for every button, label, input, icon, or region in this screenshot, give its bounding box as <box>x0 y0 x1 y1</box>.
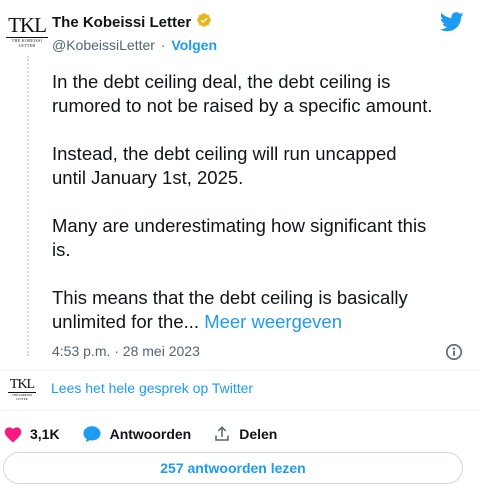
tweet-paragraph: In the debt ceiling deal, the debt ceili… <box>52 70 476 118</box>
read-replies-button[interactable]: 257 antwoorden lezen <box>3 452 463 484</box>
tweet-timestamp[interactable]: 4:53 p.m. · 28 mei 2023 <box>52 343 200 359</box>
separator-dot: · <box>160 37 166 53</box>
show-more-link[interactable]: Meer weergeven <box>204 311 342 332</box>
share-icon <box>213 425 231 443</box>
tweet-paragraph: Many are underestimating how significant… <box>52 214 476 262</box>
verified-badge-icon <box>196 12 212 33</box>
read-full-conversation-link[interactable]: Lees het hele gesprek op Twitter <box>51 380 253 396</box>
tweet-line: unlimited for the... <box>52 311 200 332</box>
action-bar: 3,1K Antwoorden Delen <box>4 424 299 444</box>
share-button[interactable]: Delen <box>213 425 277 443</box>
heart-icon <box>4 426 22 443</box>
thread-line <box>27 56 29 356</box>
divider <box>0 410 480 411</box>
divider <box>0 370 480 371</box>
follow-button[interactable]: Volgen <box>171 37 217 53</box>
kobeissi-logo-small: TKL THE KOBEISSI LETTER <box>8 378 36 401</box>
author-avatar[interactable]: TKL THE KOBEISSI LETTER <box>6 14 48 48</box>
tweet-line: Many are underestimating how significant… <box>52 215 427 236</box>
tweet-text: In the debt ceiling deal, the debt ceili… <box>52 70 476 334</box>
reply-label: Antwoorden <box>109 426 192 442</box>
avatar-subtitle: THE KOBEISSI LETTER <box>6 37 48 48</box>
tweet-line: is. <box>52 239 71 260</box>
tweet-line: Instead, the debt ceiling will run uncap… <box>52 143 397 164</box>
small-logo-monogram: TKL <box>9 377 35 392</box>
share-label: Delen <box>239 426 278 442</box>
like-count: 3,1K <box>30 426 60 442</box>
author-handle[interactable]: @KobeissiLetter <box>52 37 155 53</box>
tweet-line: until January 1st, 2025. <box>52 167 244 188</box>
reply-bubble-icon <box>82 425 102 443</box>
twitter-bird-icon[interactable] <box>439 12 464 32</box>
tweet-line: In the debt ceiling deal, the debt ceili… <box>52 71 391 92</box>
reply-button[interactable]: Antwoorden <box>82 425 192 443</box>
tweet-line: This means that the debt ceiling is basi… <box>52 287 408 308</box>
author-name[interactable]: The Kobeissi Letter <box>52 14 191 31</box>
tweet-paragraph: This means that the debt ceiling is basi… <box>52 286 476 334</box>
tweet-paragraph: Instead, the debt ceiling will run uncap… <box>52 142 476 190</box>
handle-row: @KobeissiLetter · Volgen <box>52 37 217 53</box>
info-icon[interactable] <box>445 343 463 361</box>
author-name-row: The Kobeissi Letter <box>52 12 212 32</box>
small-logo-subtitle: THE KOBEISSI LETTER <box>8 392 36 401</box>
avatar-monogram: TKL <box>8 13 47 37</box>
like-button[interactable]: 3,1K <box>4 426 60 443</box>
tweet-line: rumored to not be raised by a specific a… <box>52 95 433 116</box>
